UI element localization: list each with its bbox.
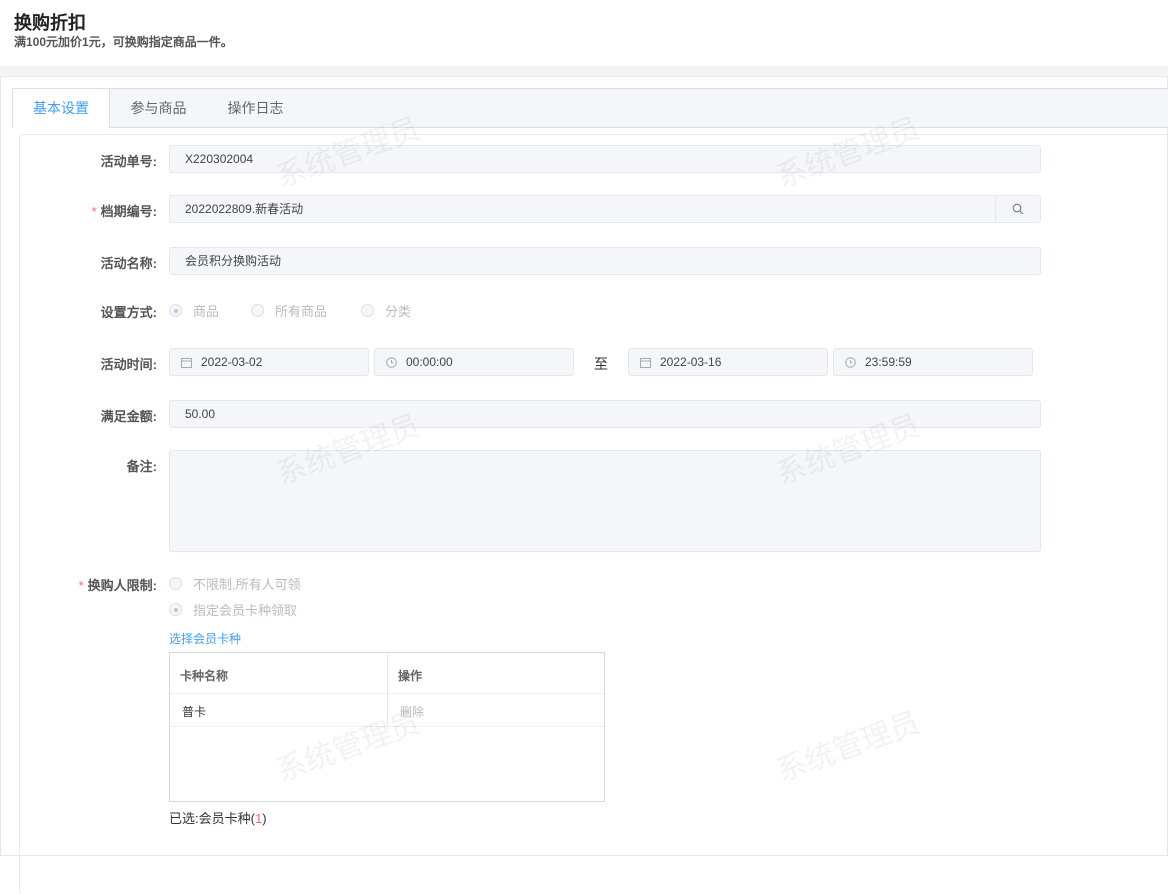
period-no-label-text: 档期编号: [100, 204, 157, 219]
clock-icon [386, 356, 397, 368]
mode-radio-product[interactable]: 商品 [169, 301, 219, 320]
period-no-input[interactable]: 2022022809.新春活动 [169, 195, 1041, 223]
row-divider [170, 726, 604, 727]
period-no-value: 2022022809.新春活动 [185, 202, 304, 216]
limit-radio-unlimited[interactable]: 不限制,所有人可领 [169, 574, 301, 593]
start-date-value: 2022-03-02 [201, 355, 263, 369]
start-time-picker[interactable]: 00:00:00 [374, 348, 574, 376]
select-card-type-link[interactable]: 选择会员卡种 [169, 630, 241, 647]
search-icon [1012, 203, 1024, 215]
tab-bar: 基本设置 参与商品 操作日志 [12, 88, 1168, 129]
mode-label: 设置方式: [100, 305, 157, 320]
radio-dot [169, 304, 182, 317]
card-name-cell: 普卡 [182, 705, 207, 719]
column-header-card-name: 卡种名称 [180, 669, 229, 683]
card-type-table: 卡种名称 操作 普卡 删除 [169, 652, 605, 802]
delete-button[interactable]: 删除 [400, 703, 424, 720]
limit-radio-card-type[interactable]: 指定会员卡种领取 [169, 600, 297, 619]
time-label: 活动时间: [100, 357, 157, 372]
range-separator: 至 [594, 356, 608, 372]
clock-icon [845, 356, 856, 368]
radio-label: 分类 [385, 304, 412, 319]
radio-label: 商品 [193, 304, 220, 319]
name-label: 活动名称: [100, 256, 157, 271]
remark-textarea[interactable] [169, 450, 1041, 552]
mode-radio-category[interactable]: 分类 [361, 301, 411, 320]
radio-label: 所有商品 [275, 304, 328, 319]
name-input[interactable]: 会员积分换购活动 [169, 247, 1041, 275]
amount-label: 满足金额: [100, 409, 157, 424]
divider [0, 66, 1168, 76]
row-divider [170, 693, 604, 694]
tab-operation-log[interactable]: 操作日志 [207, 89, 304, 128]
radio-dot [169, 603, 182, 616]
radio-dot [169, 577, 182, 590]
radio-label: 指定会员卡种领取 [193, 603, 298, 618]
radio-label: 不限制,所有人可领 [193, 577, 301, 592]
page-header: 换购折扣 满100元加价1元，可换购指定商品一件。 [0, 0, 1168, 66]
end-time-picker[interactable]: 23:59:59 [833, 348, 1033, 376]
column-divider [387, 653, 388, 727]
tab-basic-settings[interactable]: 基本设置 [13, 89, 110, 129]
period-no-label: * 档期编号: [91, 204, 157, 219]
tab-products[interactable]: 参与商品 [110, 89, 207, 128]
mode-radio-all-products[interactable]: 所有商品 [251, 301, 327, 320]
end-date-picker[interactable]: 2022-03-16 [628, 348, 828, 376]
start-time-value: 00:00:00 [406, 355, 453, 369]
radio-dot [251, 304, 264, 317]
order-no-input[interactable]: X220302004 [169, 145, 1041, 173]
page-subtitle: 满100元加价1元，可换购指定商品一件。 [14, 35, 233, 49]
radio-dot [361, 304, 374, 317]
limit-label: * 换购人限制: [78, 578, 157, 593]
calendar-icon [181, 357, 192, 368]
summary-prefix: 已选:会员卡种( [169, 811, 255, 826]
amount-input[interactable]: 50.00 [169, 400, 1041, 428]
order-no-label: 活动单号: [100, 154, 157, 169]
start-date-picker[interactable]: 2022-03-02 [169, 348, 369, 376]
page-title: 换购折扣 [14, 13, 86, 33]
search-button[interactable] [995, 196, 1040, 222]
summary-suffix: ) [262, 811, 267, 826]
selected-summary: 已选:会员卡种(1) [169, 808, 267, 827]
calendar-icon [640, 357, 651, 368]
remark-label: 备注: [126, 459, 157, 474]
column-header-action: 操作 [398, 669, 423, 683]
limit-label-text: 换购人限制: [87, 578, 157, 593]
end-date-value: 2022-03-16 [660, 355, 722, 369]
end-time-value: 23:59:59 [865, 355, 912, 369]
